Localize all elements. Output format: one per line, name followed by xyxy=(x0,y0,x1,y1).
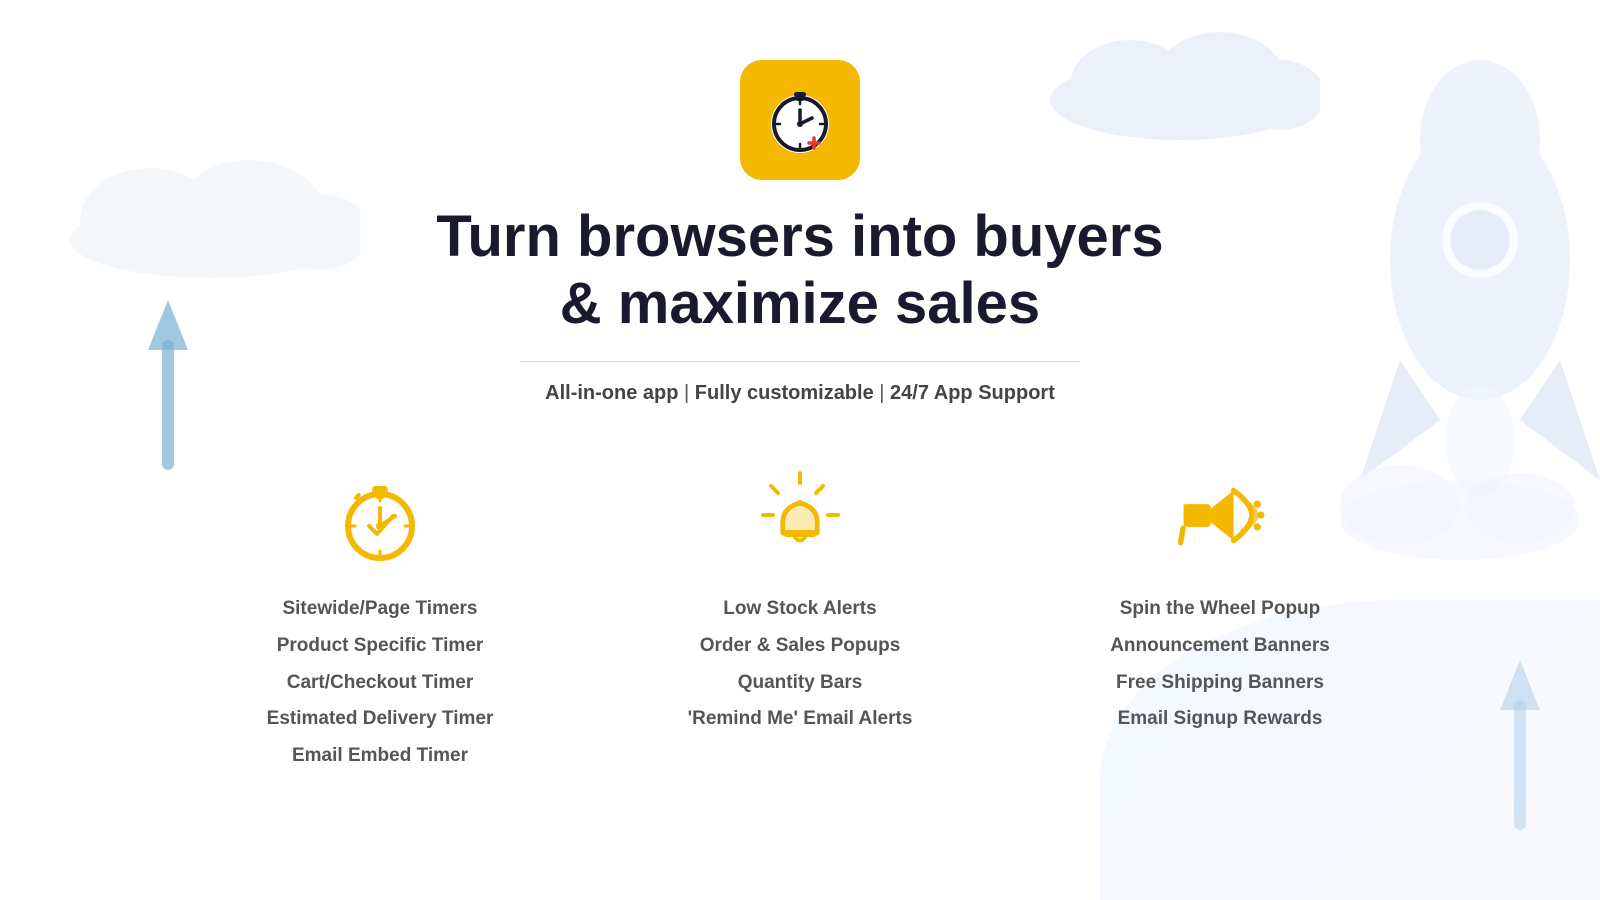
alert-icon xyxy=(750,465,850,565)
list-item: Quantity Bars xyxy=(688,671,913,696)
hero-divider xyxy=(520,361,1080,362)
feature-col-alerts: Low Stock Alerts Order & Sales Popups Qu… xyxy=(650,465,950,780)
alerts-feature-list: Low Stock Alerts Order & Sales Popups Qu… xyxy=(688,597,913,744)
list-item: Spin the Wheel Popup xyxy=(1110,597,1330,622)
list-item: Announcement Banners xyxy=(1110,634,1330,659)
banners-feature-list: Spin the Wheel Popup Announcement Banner… xyxy=(1110,597,1330,744)
main-content: Turn browsers into buyers & maximize sal… xyxy=(0,0,1600,781)
hero-subtitle: All-in-one app | Fully customizable | 24… xyxy=(545,382,1055,405)
app-icon xyxy=(740,60,860,180)
list-item: Cart/Checkout Timer xyxy=(267,671,494,696)
hero-title-line1: Turn browsers into buyers xyxy=(436,204,1163,269)
hero-title: Turn browsers into buyers & maximize sal… xyxy=(436,204,1163,337)
features-grid: Sitewide/Page Timers Product Specific Ti… xyxy=(0,465,1600,780)
hero-title-line2: & maximize sales xyxy=(560,271,1040,336)
list-item: Order & Sales Popups xyxy=(688,634,913,659)
megaphone-icon xyxy=(1170,465,1270,565)
app-icon-svg xyxy=(760,80,840,160)
list-item: Low Stock Alerts xyxy=(688,597,913,622)
list-item: Email Signup Rewards xyxy=(1110,707,1330,732)
list-item: Email Embed Timer xyxy=(267,744,494,769)
list-item: Estimated Delivery Timer xyxy=(267,707,494,732)
list-item: 'Remind Me' Email Alerts xyxy=(688,707,913,732)
feature-col-banners: Spin the Wheel Popup Announcement Banner… xyxy=(1070,465,1370,780)
stopwatch-icon xyxy=(330,465,430,565)
list-item: Product Specific Timer xyxy=(267,634,494,659)
list-item: Free Shipping Banners xyxy=(1110,671,1330,696)
feature-col-timers: Sitewide/Page Timers Product Specific Ti… xyxy=(230,465,530,780)
list-item: Sitewide/Page Timers xyxy=(267,597,494,622)
timers-feature-list: Sitewide/Page Timers Product Specific Ti… xyxy=(267,597,494,780)
